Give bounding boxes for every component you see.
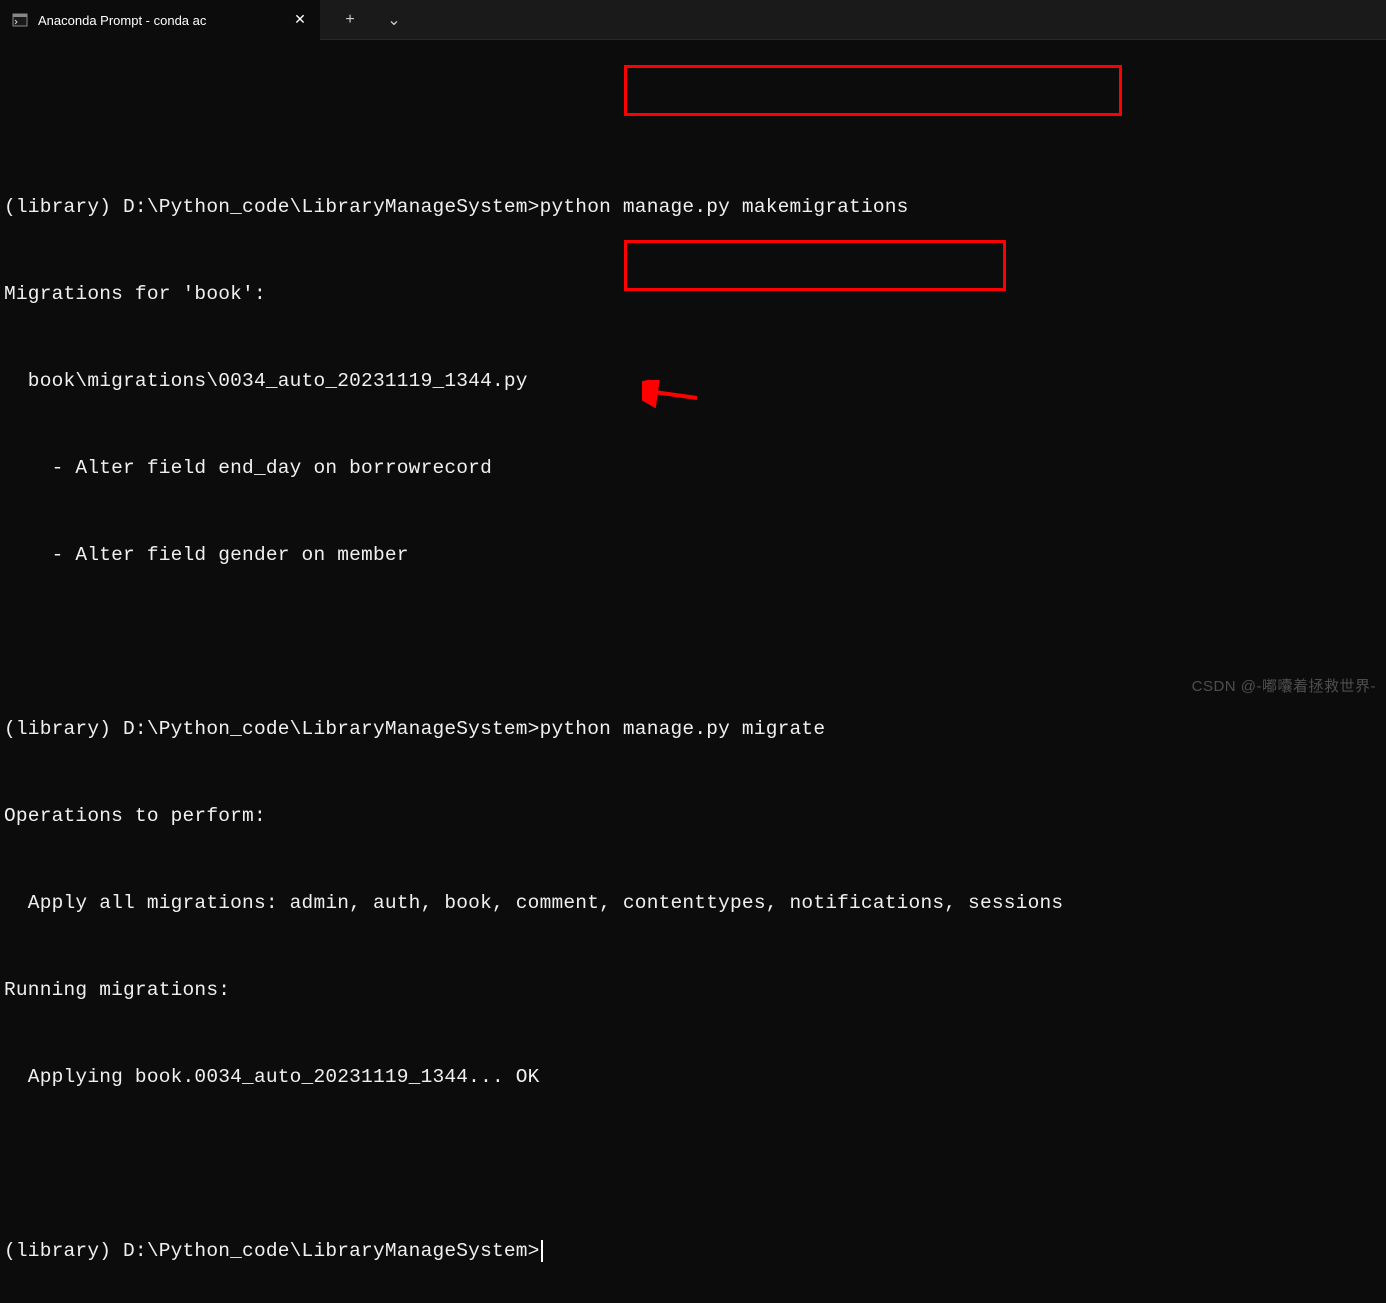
terminal-line: Running migrations: xyxy=(4,976,1382,1005)
terminal-line xyxy=(4,1150,1382,1179)
titlebar-actions: + ⌄ xyxy=(320,0,416,39)
title-bar: Anaconda Prompt - conda ac ✕ + ⌄ xyxy=(0,0,1386,40)
terminal-line: Applying book.0034_auto_20231119_1344...… xyxy=(4,1063,1382,1092)
command-text: python manage.py makemigrations xyxy=(540,196,909,218)
watermark-text: CSDN @-嘟囔着拯救世界- xyxy=(1192,675,1376,696)
new-tab-button[interactable]: + xyxy=(328,0,372,40)
prompt: (library) D:\Python_code\LibraryManageSy… xyxy=(4,718,540,740)
command-text: python manage.py migrate xyxy=(540,718,826,740)
tab-title: Anaconda Prompt - conda ac xyxy=(38,13,282,28)
terminal-line: Apply all migrations: admin, auth, book,… xyxy=(4,889,1382,918)
terminal-line: (library) D:\Python_code\LibraryManageSy… xyxy=(4,715,1382,744)
prompt: (library) D:\Python_code\LibraryManageSy… xyxy=(4,1240,540,1262)
terminal-icon xyxy=(12,12,28,28)
terminal-line: Operations to perform: xyxy=(4,802,1382,831)
terminal-line: (library) D:\Python_code\LibraryManageSy… xyxy=(4,1237,1382,1266)
terminal-line xyxy=(4,106,1382,135)
text-cursor xyxy=(541,1240,543,1262)
prompt: (library) D:\Python_code\LibraryManageSy… xyxy=(4,196,540,218)
terminal-tab[interactable]: Anaconda Prompt - conda ac ✕ xyxy=(0,0,320,40)
terminal-viewport[interactable]: (library) D:\Python_code\LibraryManageSy… xyxy=(0,40,1386,1303)
terminal-line: (library) D:\Python_code\LibraryManageSy… xyxy=(4,193,1382,222)
terminal-line: - Alter field gender on member xyxy=(4,541,1382,570)
terminal-line: Migrations for 'book': xyxy=(4,280,1382,309)
terminal-line: book\migrations\0034_auto_20231119_1344.… xyxy=(4,367,1382,396)
tab-dropdown-button[interactable]: ⌄ xyxy=(372,0,416,40)
terminal-line: - Alter field end_day on borrowrecord xyxy=(4,454,1382,483)
terminal-line xyxy=(4,628,1382,657)
close-tab-button[interactable]: ✕ xyxy=(292,12,308,28)
